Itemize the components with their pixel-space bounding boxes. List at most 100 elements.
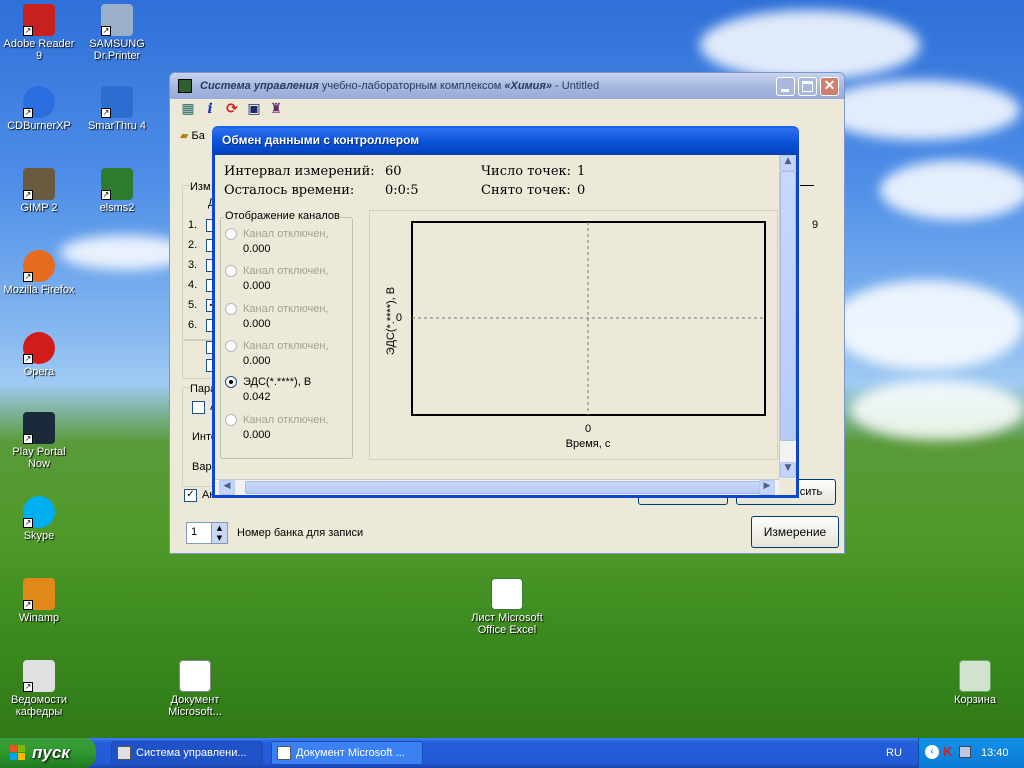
channel-label-6: Канал отключен, <box>243 414 329 426</box>
channel-radio-1[interactable] <box>225 228 237 240</box>
desktop-icon-recycle-bin[interactable]: Корзина <box>936 660 1014 706</box>
taskbar-button-app[interactable]: Система управлени... <box>111 741 263 765</box>
desktop-icon-skype[interactable]: ↗ Skype <box>0 496 78 542</box>
scroll-right-icon[interactable]: ▶ <box>759 480 775 495</box>
params-checkbox[interactable] <box>192 401 205 414</box>
taskbar-button-label: Документ Microsoft ... <box>296 747 405 759</box>
channel-radio-4[interactable] <box>225 340 237 352</box>
clock[interactable]: 13:40 <box>981 738 1009 768</box>
desktop-icon-samsung-printer[interactable]: ↗ SAMSUNG Dr.Printer <box>78 4 156 62</box>
dialog-horizontal-scrollbar[interactable]: ◀ ▶ <box>215 479 779 495</box>
elsms2-icon: ↗ <box>101 168 133 200</box>
keyboard-icon[interactable]: ▦ <box>180 101 196 117</box>
opera-icon: ↗ <box>23 332 55 364</box>
desktop-icon-label: Skype <box>23 530 55 542</box>
scroll-down-icon[interactable]: ▼ <box>780 462 796 478</box>
horizontal-scroll-thumb[interactable] <box>245 481 765 494</box>
desktop-icon-smarthru[interactable]: ↗ SmarThru 4 <box>78 86 156 132</box>
info-icon[interactable]: i <box>202 101 218 117</box>
desktop-icon-opera[interactable]: ↗ Opera <box>0 332 78 378</box>
slider-track[interactable] <box>800 185 814 186</box>
desktop-icon-elsms2[interactable]: ↗ elsms2 <box>78 168 156 214</box>
network-icon[interactable] <box>959 746 971 758</box>
gimp-icon: ↗ <box>23 168 55 200</box>
auto-checkbox[interactable]: ✓ <box>184 489 197 502</box>
title-suffix: - Untitled <box>552 80 600 92</box>
channel-value-3: 0.000 <box>243 318 271 330</box>
channel-radio-3[interactable] <box>225 303 237 315</box>
skype-icon: ↗ <box>23 496 55 528</box>
channel-radio-6[interactable] <box>225 414 237 426</box>
desktop-icon-vedomosti[interactable]: ↗ Ведомости кафедры <box>0 660 78 718</box>
interval-measure-value: 60 <box>385 164 402 179</box>
channel-radio-2[interactable] <box>225 265 237 277</box>
tab-bank-label: Ба <box>191 130 205 142</box>
scroll-up-icon[interactable]: ▲ <box>780 155 796 171</box>
title-mid: учебно-лабораторным комплексом <box>318 80 505 92</box>
maximize-button[interactable] <box>798 77 817 96</box>
chart-tool-icon[interactable]: ♜ <box>268 101 284 117</box>
desktop-icon-cdburnerxp[interactable]: ↗ CDBurnerXP <box>0 86 78 132</box>
desktop-icon-label: Ведомости кафедры <box>10 694 68 718</box>
interval-measure-label: Интервал измерений: <box>224 164 375 179</box>
desktop-icon-label: Adobe Reader 9 <box>3 38 75 62</box>
vertical-scroll-thumb[interactable] <box>780 171 796 441</box>
show-hidden-icons-icon[interactable]: ‹ <box>925 745 939 759</box>
desktop-icon-adobe-reader[interactable]: ↗ Adobe Reader 9 <box>0 4 78 62</box>
spinner-arrows-icon[interactable]: ▲ ▼ <box>211 523 227 543</box>
word-task-icon <box>277 746 291 760</box>
measure-group-label: Изм <box>190 181 211 193</box>
bank-number-value: 1 <box>191 526 198 538</box>
refresh-icon[interactable]: ⟳ <box>224 101 240 117</box>
desktop-icon-play-portal[interactable]: ↗ Play Portal Now <box>0 412 78 470</box>
desktop-icon-firefox[interactable]: ↗ Mozilla Firefox <box>0 250 78 296</box>
save-icon[interactable]: ▣ <box>246 101 262 117</box>
desktop-icon-excel-sheet[interactable]: Лист Microsoft Office Excel <box>468 578 546 636</box>
winamp-icon: ↗ <box>23 578 55 610</box>
measure-button[interactable]: Измерение <box>751 516 839 548</box>
row-number: 1. <box>188 219 198 231</box>
smarthru-icon: ↗ <box>101 86 133 118</box>
desktop-icon-label: elsms2 <box>99 202 135 214</box>
channel-radio-5[interactable] <box>225 376 237 388</box>
channel-value-4: 0.000 <box>243 355 271 367</box>
scroll-left-icon[interactable]: ◀ <box>219 480 235 495</box>
title-prefix: Система управления <box>200 80 319 92</box>
minimize-button[interactable] <box>776 77 795 96</box>
dialog-vertical-scrollbar[interactable]: ▲ ▼ <box>779 155 796 479</box>
channel-value-1: 0.000 <box>243 243 271 255</box>
language-indicator[interactable]: RU <box>886 738 902 768</box>
desktop-icon-label: Mozilla Firefox <box>3 284 75 296</box>
desktop-icon-label: Winamp <box>18 612 60 624</box>
close-button[interactable]: ✕ <box>820 77 839 96</box>
close-icon: ✕ <box>823 77 836 93</box>
data-exchange-dialog: Обмен данными с контроллером Интервал из… <box>212 126 799 498</box>
dialog-client: Интервал измерений: 60 Осталось времени:… <box>215 155 796 495</box>
antivirus-icon[interactable]: K <box>943 745 957 759</box>
printer-icon: ↗ <box>101 4 133 36</box>
desktop-icon-winamp[interactable]: ↗ Winamp <box>0 578 78 624</box>
points-taken-value: 0 <box>577 183 586 198</box>
channel-label-2: Канал отключен, <box>243 265 329 277</box>
desktop-icon-label: SmarThru 4 <box>87 120 147 132</box>
desktop-icon-word-doc[interactable]: Документ Microsoft... <box>156 660 234 718</box>
start-button[interactable]: пуск <box>0 738 96 768</box>
channel-value-5: 0.042 <box>243 391 271 403</box>
taskbar-button-label: Система управлени... <box>136 747 247 759</box>
desktop-icon-label: Документ Microsoft... <box>168 694 222 718</box>
desktop-icon-label: SAMSUNG Dr.Printer <box>89 38 145 62</box>
main-window-titlebar[interactable]: Система управления учебно-лабораторным к… <box>170 73 844 99</box>
desktop-icon-gimp[interactable]: ↗ GIMP 2 <box>0 168 78 214</box>
app-task-icon <box>117 746 131 760</box>
tab-bank[interactable]: ▰ Ба <box>180 129 205 142</box>
desktop-icon-label: Корзина <box>954 694 996 706</box>
x-axis-label: Время, с <box>566 438 611 450</box>
app-icon <box>178 79 192 93</box>
row-number: 4. <box>188 279 198 291</box>
chart-svg: 0 0 Время, с ЭДС(*.****), В <box>385 221 766 450</box>
minimize-icon <box>781 89 789 92</box>
bank-number-spinner[interactable]: 1 ▲ ▼ <box>186 522 228 544</box>
taskbar-button-word[interactable]: Документ Microsoft ... <box>271 741 423 765</box>
dialog-titlebar[interactable]: Обмен данными с контроллером <box>212 126 799 155</box>
folder-icon: ▰ <box>180 130 189 142</box>
